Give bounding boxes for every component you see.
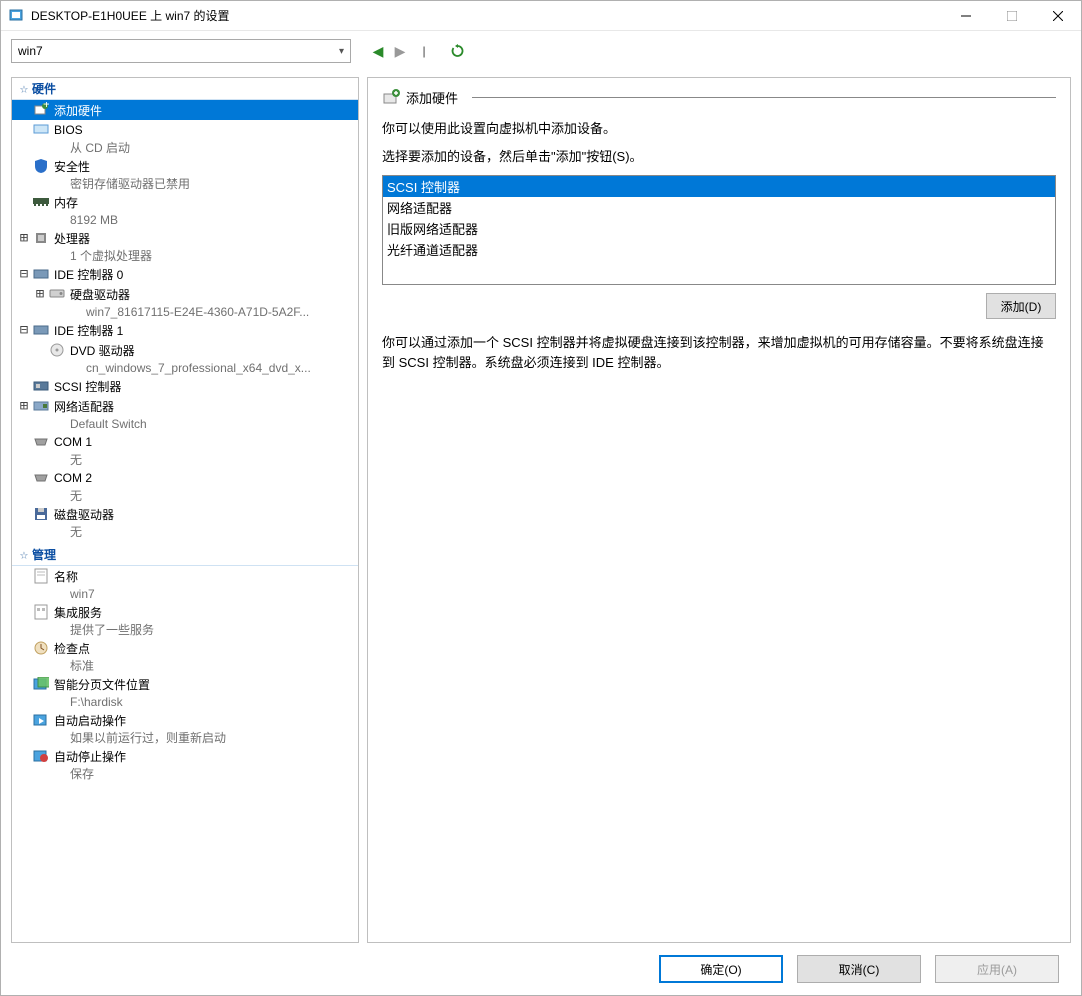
list-item[interactable]: 旧版网络适配器	[383, 218, 1055, 239]
nav-back-button[interactable]: ◀	[369, 42, 387, 60]
floppy-icon	[32, 506, 50, 522]
refresh-button[interactable]	[449, 42, 467, 60]
window-title: DESKTOP-E1H0UEE 上 win7 的设置	[31, 7, 943, 24]
list-item[interactable]: 网络适配器	[383, 197, 1055, 218]
tree-item-com2[interactable]: COM 2 无	[12, 468, 358, 504]
hardware-section-header[interactable]: ☆ 硬件	[12, 78, 358, 100]
expand-icon[interactable]: ⊞	[32, 286, 48, 302]
autostart-icon	[32, 712, 50, 728]
tree-item-autostop[interactable]: 自动停止操作 保存	[12, 746, 358, 782]
controller-icon	[32, 266, 50, 282]
scsi-icon	[32, 378, 50, 394]
harddisk-icon	[48, 286, 66, 302]
svg-text:+: +	[43, 102, 49, 111]
cancel-button[interactable]: 取消(C)	[797, 955, 921, 983]
controller-icon	[32, 322, 50, 338]
tree-item-ide1[interactable]: ⊟IDE 控制器 1	[12, 320, 358, 340]
collapse-icon[interactable]: ☆	[16, 81, 32, 97]
ok-button[interactable]: 确定(O)	[659, 955, 783, 983]
instruction-text: 选择要添加的设备，然后单击"添加"按钮(S)。	[382, 147, 1056, 167]
collapse-icon[interactable]: ⊟	[16, 266, 32, 282]
expand-icon[interactable]: ⊞	[16, 398, 32, 414]
detail-pane: 添加硬件 你可以使用此设置向虚拟机中添加设备。 选择要添加的设备，然后单击"添加…	[367, 77, 1071, 943]
network-icon	[32, 398, 50, 414]
tree-item-processor[interactable]: ⊞处理器 1 个虚拟处理器	[12, 228, 358, 264]
detail-title: 添加硬件	[406, 88, 458, 107]
tree-item-autostart[interactable]: 自动启动操作 如果以前运行过，则重新启动	[12, 710, 358, 746]
apply-button[interactable]: 应用(A)	[935, 955, 1059, 983]
shield-icon	[32, 158, 50, 174]
add-hardware-icon: +	[32, 102, 50, 118]
list-item[interactable]: SCSI 控制器	[383, 176, 1055, 197]
list-item[interactable]: 光纤通道适配器	[383, 239, 1055, 260]
titlebar: DESKTOP-E1H0UEE 上 win7 的设置	[1, 1, 1081, 31]
settings-tree[interactable]: ☆ 硬件 +添加硬件 BIOS 从 CD 启动 安全性 密钥存储驱动器已禁用 内…	[11, 77, 359, 943]
com-port-icon	[32, 434, 50, 450]
collapse-icon[interactable]: ☆	[16, 547, 32, 563]
com-port-icon	[32, 470, 50, 486]
add-button[interactable]: 添加(D)	[986, 293, 1056, 319]
toolbar: win7 ▾ ◀ ▶ |	[1, 31, 1081, 71]
content-area: ☆ 硬件 +添加硬件 BIOS 从 CD 启动 安全性 密钥存储驱动器已禁用 内…	[1, 71, 1081, 943]
hardware-listbox[interactable]: SCSI 控制器 网络适配器 旧版网络适配器 光纤通道适配器	[382, 175, 1056, 285]
tree-item-add-hardware[interactable]: +添加硬件	[12, 100, 358, 120]
vm-selector[interactable]: win7 ▾	[11, 39, 351, 63]
detail-header: 添加硬件	[382, 88, 1056, 107]
tree-item-checkpoint[interactable]: 检查点 标准	[12, 638, 358, 674]
description-text: 你可以通过添加一个 SCSI 控制器并将虚拟硬盘连接到该控制器，来增加虚拟机的可…	[382, 333, 1056, 373]
tree-item-ide0[interactable]: ⊟IDE 控制器 0	[12, 264, 358, 284]
tree-sub: 从 CD 启动	[12, 140, 358, 156]
tree-item-diskette[interactable]: 磁盘驱动器 无	[12, 504, 358, 540]
tree-item-memory[interactable]: 内存 8192 MB	[12, 192, 358, 228]
vm-selector-value: win7	[18, 44, 43, 58]
nav-arrows: ◀ ▶	[369, 42, 409, 60]
management-section-header[interactable]: ☆ 管理	[12, 544, 358, 566]
tree-item-paging[interactable]: 智能分页文件位置 F:\hardisk	[12, 674, 358, 710]
tree-item-network[interactable]: ⊞网络适配器 Default Switch	[12, 396, 358, 432]
intro-text: 你可以使用此设置向虚拟机中添加设备。	[382, 119, 1056, 139]
bios-icon	[32, 122, 50, 138]
tree-item-bios[interactable]: BIOS 从 CD 启动	[12, 120, 358, 156]
integration-icon	[32, 604, 50, 620]
maximize-button[interactable]	[989, 1, 1035, 31]
tree-item-security[interactable]: 安全性 密钥存储驱动器已禁用	[12, 156, 358, 192]
app-icon	[9, 8, 25, 24]
memory-icon	[32, 194, 50, 210]
collapse-icon[interactable]: ⊟	[16, 322, 32, 338]
cpu-icon	[32, 230, 50, 246]
dialog-footer: 确定(O) 取消(C) 应用(A)	[1, 943, 1081, 995]
management-header-label: 管理	[32, 546, 56, 563]
chevron-down-icon: ▾	[339, 46, 344, 57]
tree-item-name[interactable]: 名称 win7	[12, 566, 358, 602]
tree-item-scsi[interactable]: SCSI 控制器	[12, 376, 358, 396]
close-button[interactable]	[1035, 1, 1081, 31]
settings-window: DESKTOP-E1H0UEE 上 win7 的设置 win7 ▾ ◀ ▶ | …	[0, 0, 1082, 996]
minimize-button[interactable]	[943, 1, 989, 31]
name-icon	[32, 568, 50, 584]
nav-dropdown[interactable]: |	[415, 42, 433, 60]
header-divider	[472, 97, 1056, 98]
nav-forward-button[interactable]: ▶	[391, 42, 409, 60]
checkpoint-icon	[32, 640, 50, 656]
tree-item-harddisk[interactable]: ⊞硬盘驱动器 win7_81617115-E24E-4360-A71D-5A2F…	[12, 284, 358, 320]
add-hardware-icon	[382, 89, 400, 107]
expand-icon[interactable]: ⊞	[16, 230, 32, 246]
autostop-icon	[32, 748, 50, 764]
hardware-header-label: 硬件	[32, 80, 56, 97]
tree-item-com1[interactable]: COM 1 无	[12, 432, 358, 468]
tree-item-integration[interactable]: 集成服务 提供了一些服务	[12, 602, 358, 638]
dvd-icon	[48, 342, 66, 358]
tree-item-dvd[interactable]: DVD 驱动器 cn_windows_7_professional_x64_dv…	[12, 340, 358, 376]
paging-icon	[32, 676, 50, 692]
